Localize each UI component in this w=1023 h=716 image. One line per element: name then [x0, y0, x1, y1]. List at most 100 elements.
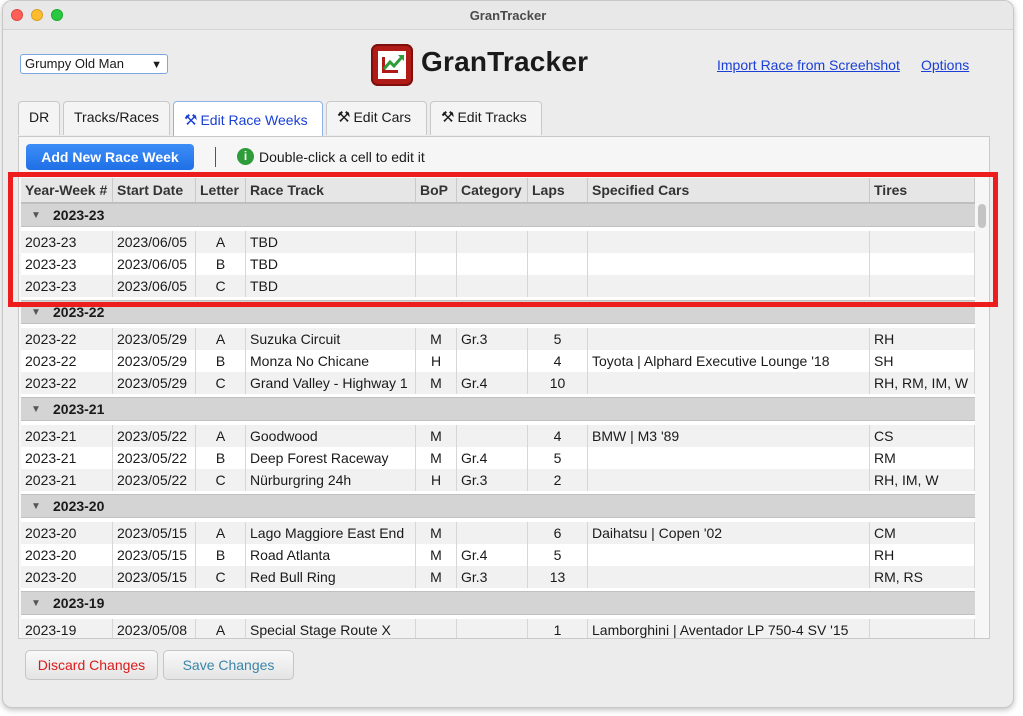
- tab-edit-tracks[interactable]: ⚒ Edit Tracks: [430, 101, 542, 135]
- save-changes-button[interactable]: Save Changes: [163, 650, 294, 680]
- table-cell[interactable]: Lamborghini | Aventador LP 750-4 SV '15: [588, 619, 870, 638]
- table-row[interactable]: 2023-20 2023/05/15 C Red Bull Ring M Gr.3 13 RM…: [21, 566, 975, 588]
- table-cell[interactable]: 2023/05/08: [113, 619, 196, 638]
- table-cell[interactable]: [457, 350, 528, 372]
- tab-tracks-races[interactable]: Tracks/Races: [63, 101, 170, 135]
- table-cell[interactable]: Gr.3: [457, 469, 528, 491]
- table-cell[interactable]: SH: [870, 350, 975, 372]
- disclosure-triangle-icon[interactable]: ▼: [31, 399, 41, 421]
- add-new-race-week-button[interactable]: Add New Race Week: [26, 144, 194, 170]
- table-cell[interactable]: 5: [528, 544, 588, 566]
- table-row[interactable]: 2023-19 2023/05/08 A Special Stage Route X 1…: [21, 619, 975, 638]
- table-cell[interactable]: M: [416, 328, 457, 350]
- table-cell[interactable]: Gr.3: [457, 566, 528, 588]
- table-cell[interactable]: 2023/05/22: [113, 425, 196, 447]
- group-header[interactable]: ▼ 2023-20: [21, 494, 975, 518]
- table-cell[interactable]: A: [196, 425, 246, 447]
- table-cell[interactable]: [588, 469, 870, 491]
- table-cell[interactable]: 2023-22: [21, 372, 113, 394]
- tab-dr[interactable]: DR: [18, 101, 60, 135]
- table-cell[interactable]: Special Stage Route X: [246, 619, 416, 638]
- table-row[interactable]: 2023-22 2023/05/29 A Suzuka Circuit M Gr.3 5 RH: [21, 328, 975, 350]
- table-cell[interactable]: [457, 522, 528, 544]
- table-cell[interactable]: Monza No Chicane: [246, 350, 416, 372]
- table-cell[interactable]: Gr.3: [457, 328, 528, 350]
- table-cell[interactable]: Gr.4: [457, 544, 528, 566]
- table-row[interactable]: 2023-21 2023/05/22 C Nürburgring 24h H Gr.3 2 R…: [21, 469, 975, 491]
- table-cell[interactable]: 1: [528, 619, 588, 638]
- table-cell[interactable]: [588, 372, 870, 394]
- table-row[interactable]: 2023-21 2023/05/22 A Goodwood M 4 BMW | M3 '89…: [21, 425, 975, 447]
- table-cell[interactable]: C: [196, 469, 246, 491]
- table-cell[interactable]: A: [196, 328, 246, 350]
- table-cell[interactable]: 2023-20: [21, 544, 113, 566]
- table-cell[interactable]: RH, RM, IM, W: [870, 372, 975, 394]
- table-cell[interactable]: 2023-19: [21, 619, 113, 638]
- disclosure-triangle-icon[interactable]: ▼: [31, 593, 41, 615]
- table-cell[interactable]: 2023-20: [21, 522, 113, 544]
- table-cell[interactable]: RH: [870, 328, 975, 350]
- table-cell[interactable]: 2023-22: [21, 350, 113, 372]
- table-cell[interactable]: 5: [528, 328, 588, 350]
- table-cell[interactable]: Red Bull Ring: [246, 566, 416, 588]
- table-cell[interactable]: [588, 544, 870, 566]
- table-cell[interactable]: Gr.4: [457, 447, 528, 469]
- import-race-link[interactable]: Import Race from Screehshot: [717, 57, 900, 73]
- table-cell[interactable]: 2023/05/15: [113, 522, 196, 544]
- group-header[interactable]: ▼ 2023-19: [21, 591, 975, 615]
- table-cell[interactable]: 2023/05/22: [113, 469, 196, 491]
- table-cell[interactable]: A: [196, 522, 246, 544]
- tab-edit-race-weeks[interactable]: ⚒ Edit Race Weeks: [173, 101, 323, 137]
- table-cell[interactable]: 10: [528, 372, 588, 394]
- table-cell[interactable]: CS: [870, 425, 975, 447]
- table-row[interactable]: 2023-21 2023/05/22 B Deep Forest Raceway M Gr…: [21, 447, 975, 469]
- table-cell[interactable]: Suzuka Circuit: [246, 328, 416, 350]
- table-cell[interactable]: M: [416, 522, 457, 544]
- table-cell[interactable]: RM, RS: [870, 566, 975, 588]
- table-cell[interactable]: H: [416, 469, 457, 491]
- table-cell[interactable]: 5: [528, 447, 588, 469]
- table-row[interactable]: 2023-20 2023/05/15 A Lago Maggiore East End…: [21, 522, 975, 544]
- table-cell[interactable]: B: [196, 447, 246, 469]
- table-cell[interactable]: 2023/05/15: [113, 544, 196, 566]
- table-cell[interactable]: 2023/05/15: [113, 566, 196, 588]
- table-cell[interactable]: Nürburgring 24h: [246, 469, 416, 491]
- table-cell[interactable]: M: [416, 425, 457, 447]
- table-cell[interactable]: B: [196, 544, 246, 566]
- table-cell[interactable]: BMW | M3 '89: [588, 425, 870, 447]
- table-cell[interactable]: [870, 619, 975, 638]
- table-cell[interactable]: 13: [528, 566, 588, 588]
- tab-edit-cars[interactable]: ⚒ Edit Cars: [326, 101, 427, 135]
- table-cell[interactable]: 6: [528, 522, 588, 544]
- table-cell[interactable]: 2023/05/29: [113, 372, 196, 394]
- table-cell[interactable]: Grand Valley - Highway 1: [246, 372, 416, 394]
- table-row[interactable]: 2023-22 2023/05/29 C Grand Valley - Highway…: [21, 372, 975, 394]
- table-row[interactable]: 2023-22 2023/05/29 B Monza No Chicane H 4 Toyo…: [21, 350, 975, 372]
- table-cell[interactable]: Goodwood: [246, 425, 416, 447]
- table-cell[interactable]: C: [196, 372, 246, 394]
- table-cell[interactable]: [416, 619, 457, 638]
- table-cell[interactable]: 2: [528, 469, 588, 491]
- table-cell[interactable]: Daihatsu | Copen '02: [588, 522, 870, 544]
- table-cell[interactable]: [588, 566, 870, 588]
- table-cell[interactable]: Toyota | Alphard Executive Lounge '18: [588, 350, 870, 372]
- group-header[interactable]: ▼ 2023-21: [21, 397, 975, 421]
- table-cell[interactable]: Gr.4: [457, 372, 528, 394]
- table-cell[interactable]: [588, 328, 870, 350]
- table-cell[interactable]: Lago Maggiore East End: [246, 522, 416, 544]
- table-cell[interactable]: [588, 447, 870, 469]
- table-cell[interactable]: Deep Forest Raceway: [246, 447, 416, 469]
- options-link[interactable]: Options: [921, 57, 969, 73]
- table-cell[interactable]: A: [196, 619, 246, 638]
- table-cell[interactable]: Road Atlanta: [246, 544, 416, 566]
- table-cell[interactable]: 2023-21: [21, 425, 113, 447]
- discard-changes-button[interactable]: Discard Changes: [25, 650, 158, 680]
- table-cell[interactable]: RH: [870, 544, 975, 566]
- table-cell[interactable]: 2023-21: [21, 447, 113, 469]
- table-cell[interactable]: H: [416, 350, 457, 372]
- driver-select[interactable]: Grumpy Old Man ▼: [20, 54, 168, 74]
- table-cell[interactable]: RM: [870, 447, 975, 469]
- table-cell[interactable]: 2023/05/29: [113, 328, 196, 350]
- table-cell[interactable]: [457, 425, 528, 447]
- table-cell[interactable]: 2023-20: [21, 566, 113, 588]
